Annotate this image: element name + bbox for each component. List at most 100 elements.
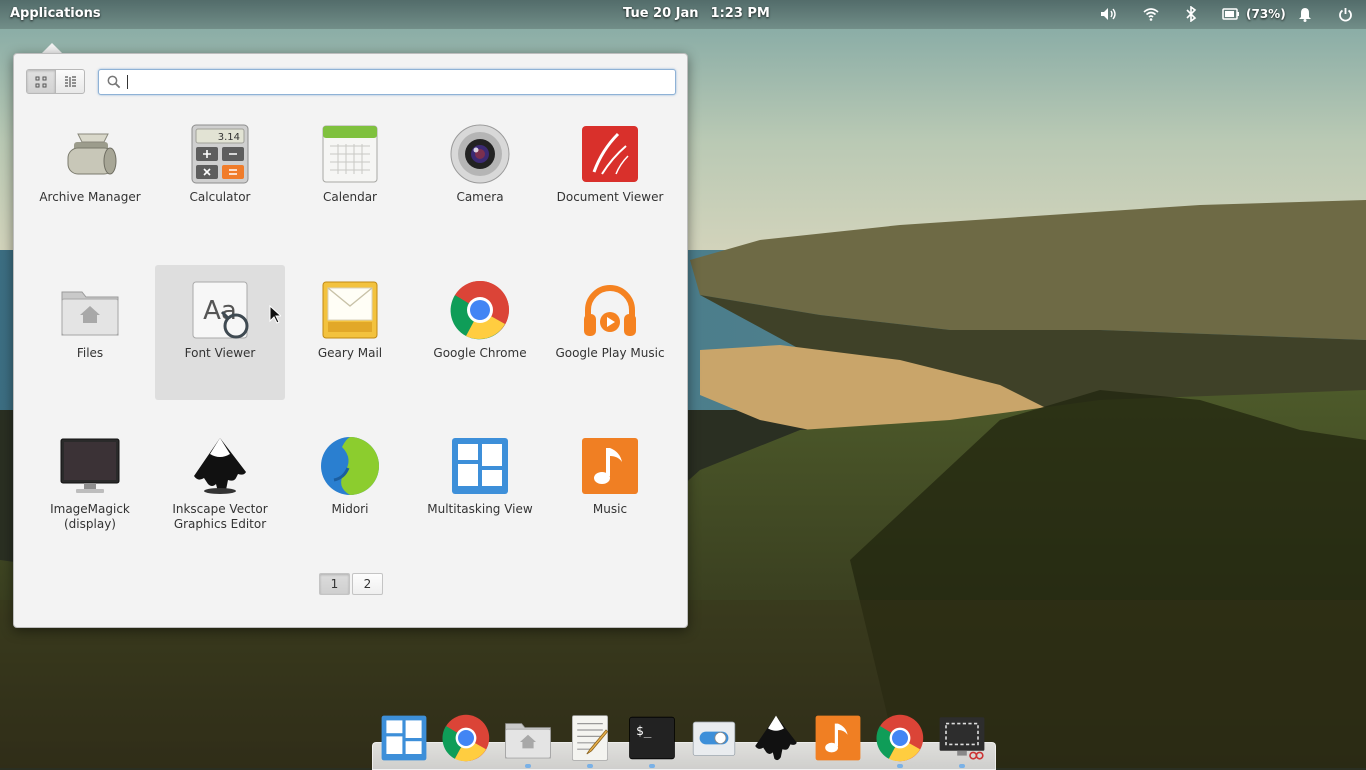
geary-mail-icon (320, 280, 380, 340)
music-icon (815, 715, 861, 761)
app-label: ImageMagick (display) (50, 502, 130, 531)
volume-icon[interactable] (1100, 5, 1118, 23)
category-view-icon (64, 75, 76, 87)
view-mode-switcher (26, 69, 85, 94)
app-label: Inkscape Vector Graphics Editor (172, 502, 268, 531)
top-panel: Applications Tue 20 Jan 1:23 PM (73%) (0, 0, 1366, 29)
dock-item-multitasking-view[interactable] (380, 714, 428, 762)
app-label: Calendar (323, 190, 377, 204)
play-music-icon (580, 280, 640, 340)
battery-icon (1222, 8, 1239, 20)
grid-view-button[interactable] (27, 70, 55, 93)
app-label: Archive Manager (39, 190, 141, 204)
running-indicator (587, 764, 593, 768)
app-label: Google Play Music (555, 346, 665, 360)
calculator-icon: 3.14 (190, 124, 250, 184)
app-document-viewer[interactable]: Document Viewer (545, 109, 675, 244)
files-icon (60, 280, 120, 340)
search-icon (107, 75, 121, 89)
time-label: 1:23 PM (710, 6, 770, 21)
dock-item-inkscape[interactable] (752, 714, 800, 762)
app-font-viewer[interactable]: Aa Font Viewer (155, 265, 285, 400)
running-indicator (959, 764, 965, 768)
inkscape-icon (755, 715, 797, 761)
app-calendar[interactable]: Calendar (285, 109, 415, 244)
category-view-button[interactable] (55, 70, 84, 93)
midori-icon (320, 436, 380, 496)
dock-item-screenshot[interactable] (938, 714, 986, 768)
app-inkscape[interactable]: Inkscape Vector Graphics Editor (155, 421, 285, 556)
dock-item-files[interactable] (504, 714, 552, 768)
app-label: Font Viewer (184, 346, 256, 360)
app-imagemagick[interactable]: ImageMagick (display) (25, 421, 155, 556)
clock-indicator[interactable]: Tue 20 Jan 1:23 PM (623, 6, 770, 21)
inkscape-icon (190, 436, 250, 496)
text-editor-icon (572, 715, 609, 761)
applications-launcher: Archive Manager 3.14 Calculator Calendar… (13, 53, 688, 628)
battery-indicator[interactable]: (73%) (1222, 5, 1286, 23)
font-viewer-icon: Aa (190, 280, 250, 340)
multitasking-view-icon (381, 715, 427, 761)
app-files[interactable]: Files (25, 265, 155, 400)
app-label: Calculator (189, 190, 251, 204)
music-icon (580, 436, 640, 496)
power-icon[interactable] (1338, 5, 1353, 23)
files-icon (505, 723, 551, 759)
battery-percentage: (73%) (1246, 7, 1286, 21)
wifi-icon[interactable] (1143, 5, 1159, 23)
app-label: Geary Mail (317, 346, 383, 360)
grid-view-icon (35, 76, 47, 87)
app-multitasking-view[interactable]: Multitasking View (415, 421, 545, 556)
app-label: Files (76, 346, 104, 360)
search-input[interactable] (133, 73, 675, 91)
running-indicator (897, 764, 903, 768)
app-label: Midori (331, 502, 369, 516)
page-button-2[interactable]: 2 (352, 573, 383, 595)
camera-icon (450, 124, 510, 184)
app-midori[interactable]: Midori (285, 421, 415, 556)
app-archive-manager[interactable]: Archive Manager (25, 109, 155, 244)
applications-menu-button[interactable]: Applications (10, 6, 101, 21)
settings-icon (692, 721, 736, 756)
app-geary-mail[interactable]: Geary Mail (285, 265, 415, 400)
font-sample-glyph: Aa (203, 296, 237, 326)
dock-item-system-settings[interactable] (690, 714, 738, 762)
running-indicator (649, 764, 655, 768)
dock-item-music[interactable] (814, 714, 862, 762)
app-label: Google Chrome (433, 346, 527, 360)
multitasking-view-icon (450, 436, 510, 496)
document-viewer-icon (580, 124, 640, 184)
dock-item-text-editor[interactable] (566, 714, 614, 768)
popover-arrow (42, 43, 62, 53)
page-button-1[interactable]: 1 (319, 573, 350, 595)
terminal-prompt: $_ (636, 724, 652, 739)
app-label: Multitasking View (427, 502, 533, 516)
text-caret (126, 75, 128, 89)
bluetooth-icon[interactable] (1185, 5, 1197, 23)
app-calculator[interactable]: 3.14 Calculator (155, 109, 285, 244)
dock-item-terminal[interactable]: $_ (628, 714, 676, 768)
app-google-play-music[interactable]: Google Play Music (545, 265, 675, 400)
chrome-icon (450, 280, 510, 340)
search-field[interactable] (98, 69, 676, 95)
imagemagick-icon (60, 436, 120, 496)
app-music[interactable]: Music (545, 421, 675, 556)
notifications-icon[interactable] (1298, 5, 1312, 23)
dock-item-google-chrome-2[interactable] (876, 714, 924, 768)
running-indicator (525, 764, 531, 768)
page-switcher: 1 2 (319, 573, 383, 595)
app-label: Music (592, 502, 628, 516)
dock-item-google-chrome[interactable] (442, 714, 490, 762)
calendar-icon (320, 124, 380, 184)
terminal-icon: $_ (629, 716, 675, 760)
app-google-chrome[interactable]: Google Chrome (415, 265, 545, 400)
date-label: Tue 20 Jan (623, 6, 699, 21)
app-label: Camera (456, 190, 504, 204)
calculator-display: 3.14 (218, 132, 240, 143)
archive-manager-icon (60, 124, 120, 184)
app-camera[interactable]: Camera (415, 109, 545, 244)
mouse-cursor-icon (269, 305, 281, 324)
chrome-icon (442, 714, 490, 762)
screenshot-icon (939, 717, 985, 760)
chrome-icon (876, 714, 924, 762)
